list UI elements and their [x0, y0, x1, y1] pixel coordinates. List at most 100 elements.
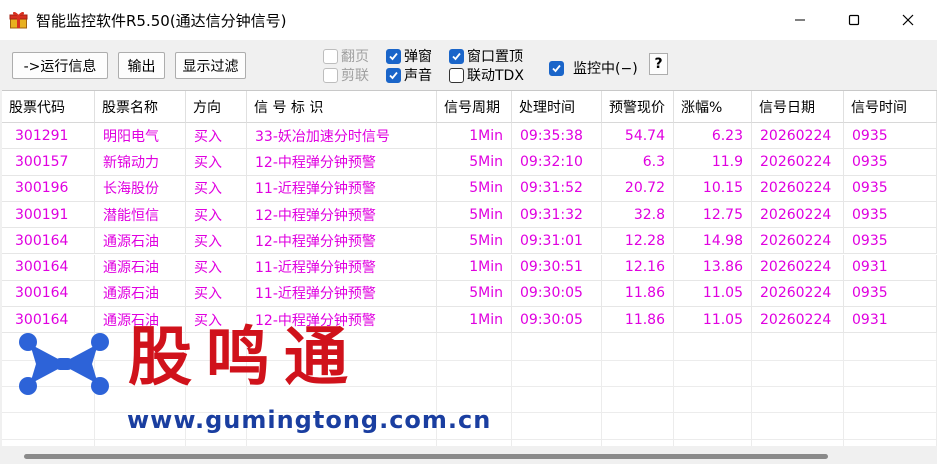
- grid-line: [601, 333, 602, 446]
- alert-price-cell: 12.16: [602, 254, 674, 281]
- process-time-cell: 09:32:10: [512, 149, 602, 176]
- signal-time-cell: 0935: [844, 149, 937, 176]
- signal-id-cell: 11-近程弹分钟预警: [247, 280, 437, 308]
- signal-date-cell: 20260224: [752, 149, 844, 176]
- table-row[interactable]: 301291 明阳电气 买入 33-妖冶加速分时信号 1Min 09:35:38 54.74…: [2, 123, 937, 150]
- direction-cell: 买入: [186, 123, 247, 150]
- direction-cell: 买入: [186, 149, 247, 176]
- page-turn-checkbox[interactable]: 翻页: [323, 46, 369, 66]
- process-time-cell: 09:30:51: [512, 254, 602, 281]
- signal-id-cell: 12-中程弹分钟预警: [247, 228, 437, 255]
- stock-name-cell: 通源石油: [95, 228, 186, 255]
- col-process-time-header[interactable]: 处理时间: [512, 91, 602, 123]
- stock-name-cell: 潜能恒信: [95, 201, 186, 229]
- table-row[interactable]: 300157 新锦动力 买入 12-中程弹分钟预警 5Min 09:32:10 6.3 11.…: [2, 149, 937, 176]
- maximize-button[interactable]: [831, 0, 877, 40]
- change-pct-cell: 12.75: [674, 201, 752, 229]
- minimize-button[interactable]: [777, 0, 823, 40]
- col-signal-period-header[interactable]: 信号周期: [437, 91, 512, 123]
- monitoring-label: 监控中(−): [573, 61, 638, 77]
- col-stock-name-header[interactable]: 股票名称: [95, 91, 186, 123]
- signal-id-cell: 12-中程弹分钟预警: [247, 201, 437, 229]
- signal-date-cell: 20260224: [752, 280, 844, 308]
- brand-title: 股鸣通: [128, 320, 362, 395]
- check-icon: [552, 64, 561, 72]
- horizontal-scrollbar[interactable]: [24, 454, 828, 459]
- grid-line: [843, 333, 844, 446]
- col-signal-id-header[interactable]: 信 号 标 识: [247, 91, 437, 123]
- grid-line: [751, 333, 752, 446]
- brand-url: www.gumingtong.com.cn: [127, 406, 492, 434]
- col-alert-price-header[interactable]: 预警现价: [602, 91, 674, 123]
- signal-period-cell: 1Min: [437, 254, 512, 281]
- change-pct-cell: 6.23: [674, 123, 752, 150]
- clip-link-box: [323, 67, 338, 83]
- table-row[interactable]: 300164 通源石油 买入 12-中程弹分钟预警 5Min 09:31:01 12.28 1…: [2, 228, 937, 255]
- clip-link-checkbox[interactable]: 剪联: [323, 65, 369, 85]
- stock-name-cell: 长海股份: [95, 175, 186, 202]
- window-title: 智能监控软件R5.50(通达信分钟信号): [36, 12, 287, 30]
- alert-price-cell: 54.74: [602, 123, 674, 150]
- signal-period-cell: 5Min: [437, 280, 512, 308]
- table-row[interactable]: 300191 潜能恒信 买入 12-中程弹分钟预警 5Min 09:31:32 32.8 12…: [2, 201, 937, 229]
- signal-date-cell: 20260224: [752, 175, 844, 202]
- stock-code-cell: 300164: [2, 280, 95, 308]
- title-bar: 智能监控软件R5.50(通达信分钟信号): [0, 0, 937, 40]
- check-icon: [389, 52, 398, 60]
- table-row[interactable]: 300164 通源石油 买入 11-近程弹分钟预警 1Min 09:30:51 12.16 1…: [2, 254, 937, 281]
- close-button[interactable]: [885, 0, 931, 40]
- col-change-pct-header[interactable]: 涨幅%: [674, 91, 752, 123]
- brand-logo-icon: [19, 333, 109, 395]
- app-window: 智能监控软件R5.50(通达信分钟信号) ->运行信息 输出 显示过滤 翻页 剪…: [0, 0, 937, 464]
- table-header: 股票代码 股票名称 方向信 号 标 识信号周期 处理时间 预警现价 涨幅% 信号日期 信号时间: [2, 91, 937, 123]
- col-direction-header[interactable]: 方向: [186, 91, 247, 123]
- process-time-cell: 09:31:52: [512, 175, 602, 202]
- display-filter-button[interactable]: 显示过滤: [175, 52, 246, 79]
- popup-checkbox[interactable]: 弹窗: [386, 46, 432, 66]
- topmost-box: [449, 48, 464, 64]
- sound-checkbox[interactable]: 声音: [386, 65, 432, 85]
- change-pct-cell: 11.05: [674, 307, 752, 334]
- signal-time-cell: 0931: [844, 254, 937, 281]
- clip-link-label: 剪联: [341, 68, 369, 84]
- maximize-icon: [848, 14, 860, 26]
- process-time-cell: 09:31:32: [512, 201, 602, 229]
- check-icon: [452, 52, 461, 60]
- change-pct-cell: 13.86: [674, 254, 752, 281]
- change-pct-cell: 11.05: [674, 280, 752, 308]
- col-signal-time-header[interactable]: 信号时间: [844, 91, 937, 123]
- run-info-button[interactable]: ->运行信息: [12, 52, 108, 79]
- change-pct-cell: 10.15: [674, 175, 752, 202]
- table-row[interactable]: 300164 通源石油 买入 11-近程弹分钟预警 5Min 09:30:05 11.86 1…: [2, 280, 937, 308]
- sound-box: [386, 67, 401, 83]
- minimize-icon: [795, 19, 805, 21]
- grid-line: [673, 333, 674, 446]
- page-turn-box: [323, 48, 338, 64]
- alert-price-cell: 20.72: [602, 175, 674, 202]
- table-row[interactable]: 300196 长海股份 买入 11-近程弹分钟预警 5Min 09:31:52 20.72 1…: [2, 175, 937, 202]
- direction-cell: 买入: [186, 201, 247, 229]
- signal-date-cell: 20260224: [752, 123, 844, 150]
- stock-code-cell: 300164: [2, 254, 95, 281]
- signal-date-cell: 20260224: [752, 254, 844, 281]
- link-tdx-checkbox[interactable]: 联动TDX: [449, 65, 524, 85]
- topmost-label: 窗口置顶: [467, 49, 523, 65]
- signal-time-cell: 0931: [844, 307, 937, 334]
- topmost-checkbox[interactable]: 窗口置顶: [449, 46, 523, 66]
- help-button[interactable]: ?: [649, 53, 668, 75]
- signal-period-cell: 1Min: [437, 307, 512, 334]
- direction-cell: 买入: [186, 280, 247, 308]
- signal-time-cell: 0935: [844, 228, 937, 255]
- signal-id-cell: 12-中程弹分钟预警: [247, 149, 437, 176]
- col-stock-code-header[interactable]: 股票代码: [2, 91, 95, 123]
- monitoring-checkbox[interactable]: 监控中(−): [549, 58, 638, 78]
- signal-id-cell: 11-近程弹分钟预警: [247, 254, 437, 281]
- export-button[interactable]: 输出: [118, 52, 165, 79]
- change-pct-cell: 14.98: [674, 228, 752, 255]
- alert-price-cell: 11.86: [602, 307, 674, 334]
- stock-name-cell: 通源石油: [95, 280, 186, 308]
- popup-box: [386, 48, 401, 64]
- col-signal-date-header[interactable]: 信号日期: [752, 91, 844, 123]
- process-time-cell: 09:30:05: [512, 280, 602, 308]
- gift-box-icon: [9, 11, 28, 29]
